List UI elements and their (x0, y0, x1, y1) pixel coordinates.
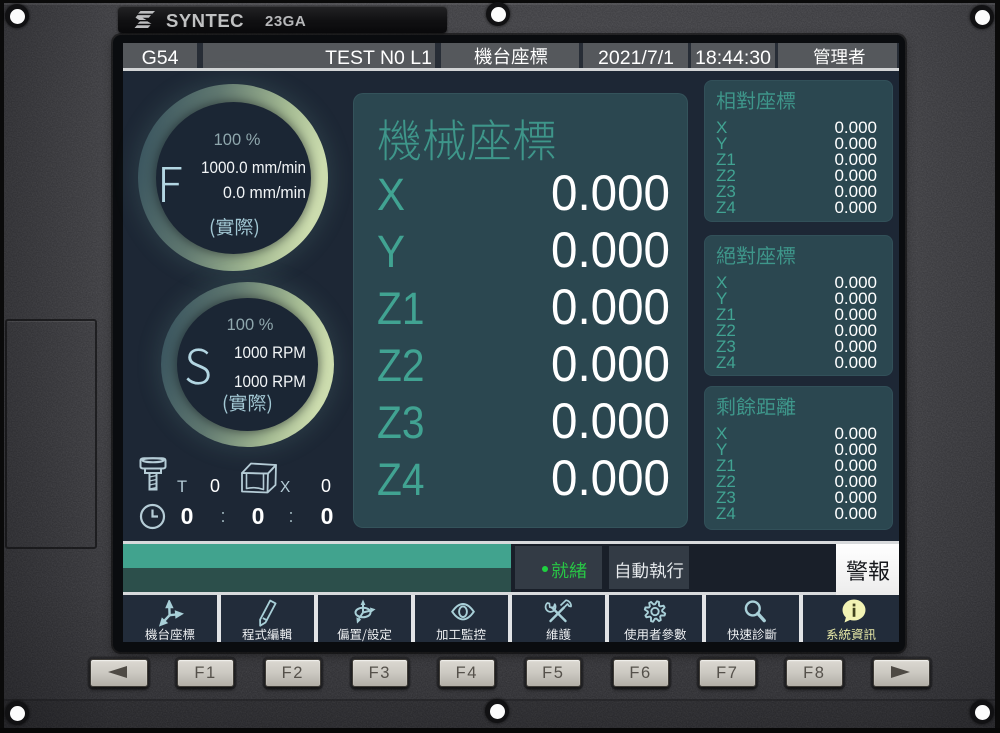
svg-text:0: 0 (321, 476, 331, 496)
svg-text:0: 0 (180, 503, 193, 529)
svg-text:Z4: Z4 (716, 504, 736, 523)
svg-text:0.000: 0.000 (551, 279, 670, 335)
svg-text:23GA: 23GA (265, 13, 306, 30)
svg-text:Z2: Z2 (377, 340, 425, 391)
svg-text:Z3: Z3 (377, 397, 425, 448)
svg-text:0.000: 0.000 (551, 222, 670, 278)
svg-text:TEST N0 L1: TEST N0 L1 (325, 47, 432, 69)
svg-text:Y: Y (377, 226, 405, 277)
svg-text:0.000: 0.000 (551, 165, 670, 221)
svg-text:0: 0 (321, 503, 334, 529)
svg-text:18:44:30: 18:44:30 (695, 47, 771, 69)
svg-text:Z4: Z4 (716, 198, 736, 217)
svg-text:0.000: 0.000 (551, 450, 670, 506)
svg-text:Z1: Z1 (377, 283, 425, 334)
svg-text:SYNTEC: SYNTEC (166, 10, 244, 31)
svg-text:1000.0 mm/min: 1000.0 mm/min (201, 159, 306, 177)
svg-text:2021/7/1: 2021/7/1 (598, 47, 674, 69)
svg-text:X: X (377, 169, 405, 220)
svg-text:0.000: 0.000 (551, 336, 670, 392)
svg-text:0.000: 0.000 (834, 504, 877, 523)
svg-text:0.000: 0.000 (834, 198, 877, 217)
svg-text:0.000: 0.000 (834, 353, 877, 372)
svg-text:100 %: 100 % (214, 131, 261, 149)
svg-text:0: 0 (252, 503, 265, 529)
svg-text:T: T (177, 478, 187, 496)
svg-text:Z4: Z4 (716, 353, 736, 372)
svg-text:0: 0 (209, 476, 219, 496)
svg-text:0.0 mm/min: 0.0 mm/min (223, 184, 306, 202)
svg-text:X: X (280, 479, 291, 496)
svg-text:1000 RPM: 1000 RPM (234, 344, 306, 362)
svg-text:0.000: 0.000 (551, 393, 670, 449)
svg-text:1000 RPM: 1000 RPM (234, 373, 306, 391)
svg-text::: : (288, 506, 293, 526)
svg-text:Z4: Z4 (377, 454, 425, 505)
svg-text:100 %: 100 % (227, 316, 274, 334)
svg-text::: : (220, 506, 225, 526)
svg-text:G54: G54 (141, 47, 178, 69)
